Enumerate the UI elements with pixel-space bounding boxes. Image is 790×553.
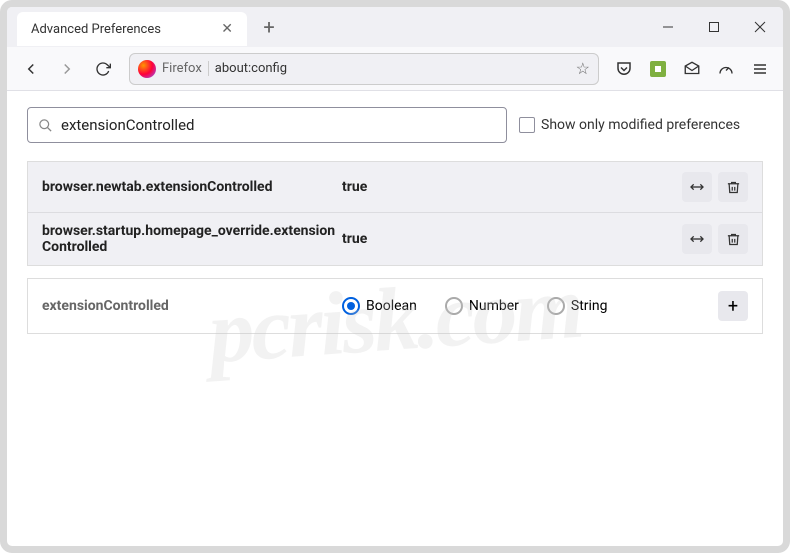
checkbox-label: Show only modified preferences [541, 117, 740, 133]
search-row: extensionControlled Show only modified p… [27, 107, 763, 143]
show-modified-checkbox[interactable]: Show only modified preferences [519, 117, 740, 133]
addressbar-fx-label: Firefox [162, 61, 209, 76]
radio-boolean[interactable]: Boolean [342, 297, 417, 315]
preference-row: browser.startup.homepage_override.extens… [28, 213, 762, 265]
radio-label: Number [469, 298, 519, 314]
firefox-logo-icon [138, 60, 156, 78]
radio-label: Boolean [366, 298, 417, 314]
search-icon [38, 118, 53, 133]
addressbar-url: about:config [215, 61, 576, 76]
window-frame: Advanced Preferences ✕ + Firef [0, 0, 790, 553]
reload-button[interactable] [87, 53, 119, 85]
titlebar: Advanced Preferences ✕ + [7, 7, 783, 47]
add-button[interactable]: + [718, 291, 748, 321]
toolbar: Firefox about:config ☆ [7, 47, 783, 91]
search-text: extensionControlled [61, 116, 194, 134]
back-button[interactable] [15, 53, 47, 85]
radio-icon [445, 297, 463, 315]
close-window-button[interactable] [737, 7, 783, 47]
toggle-button[interactable] [682, 224, 712, 254]
radio-number[interactable]: Number [445, 297, 519, 315]
delete-button[interactable] [718, 224, 748, 254]
preference-name: browser.startup.homepage_override.extens… [42, 223, 342, 255]
extension-icon[interactable] [643, 54, 673, 84]
new-preference-row: extensionControlled Boolean Number Strin… [27, 278, 763, 334]
preference-name: browser.newtab.extensionControlled [42, 179, 342, 195]
hamburger-menu-icon[interactable] [745, 54, 775, 84]
new-tab-button[interactable]: + [255, 13, 283, 41]
tab-title: Advanced Preferences [31, 22, 217, 37]
radio-string[interactable]: String [547, 297, 608, 315]
preference-actions [682, 224, 748, 254]
bookmark-star-icon[interactable]: ☆ [576, 59, 590, 78]
maximize-button[interactable] [691, 7, 737, 47]
inbox-icon[interactable] [677, 54, 707, 84]
delete-button[interactable] [718, 172, 748, 202]
preference-value: true [342, 179, 682, 195]
minimize-button[interactable] [645, 7, 691, 47]
window-controls [645, 7, 783, 47]
preference-row: browser.newtab.extensionControlled true [28, 162, 762, 213]
search-input[interactable]: extensionControlled [27, 107, 507, 143]
new-preference-name: extensionControlled [42, 298, 342, 314]
content-area: extensionControlled Show only modified p… [7, 91, 783, 350]
pocket-icon[interactable] [609, 54, 639, 84]
preference-actions [682, 172, 748, 202]
gauge-icon[interactable] [711, 54, 741, 84]
preferences-table: browser.newtab.extensionControlled true … [27, 161, 763, 266]
toggle-button[interactable] [682, 172, 712, 202]
browser-tab[interactable]: Advanced Preferences ✕ [17, 12, 247, 46]
radio-icon [342, 297, 360, 315]
close-tab-icon[interactable]: ✕ [217, 19, 237, 39]
radio-label: String [571, 298, 608, 314]
radio-icon [547, 297, 565, 315]
checkbox-icon [519, 117, 535, 133]
forward-button[interactable] [51, 53, 83, 85]
address-bar[interactable]: Firefox about:config ☆ [129, 53, 599, 85]
type-radio-group: Boolean Number String [342, 297, 718, 315]
preference-value: true [342, 231, 682, 247]
